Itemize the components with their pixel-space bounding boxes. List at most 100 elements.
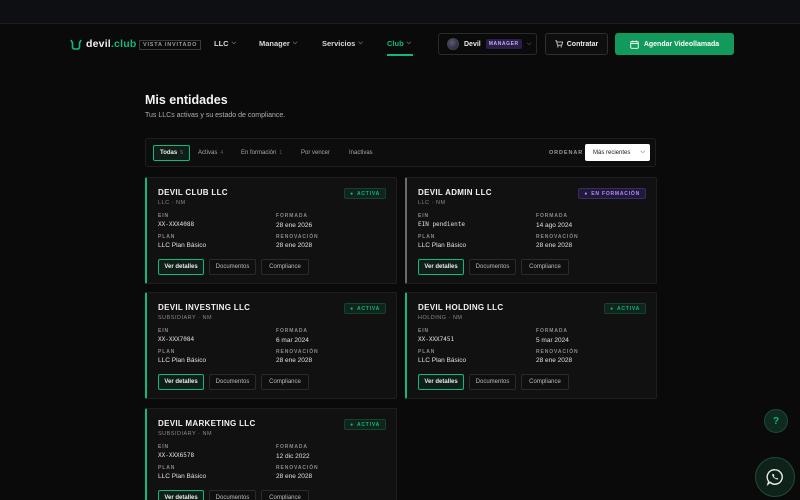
nav-club[interactable]: Club ⌵ [387, 39, 411, 48]
compliance-button[interactable]: Compliance [521, 259, 569, 275]
filter-tab-label: Inactivas [349, 150, 373, 156]
compliance-button[interactable]: Compliance [521, 374, 569, 390]
ver-detalles-button[interactable]: Ver detalles [158, 259, 204, 275]
entity-type: LLC · NM [418, 200, 446, 206]
avatar [447, 38, 459, 50]
documentos-button[interactable]: Documentos [469, 259, 516, 275]
entity-card[interactable]: DEVIL HOLDING LLC HOLDING · NM ● ACTIVA EIN X… [405, 292, 657, 399]
page-subtitle: Tus LLCs activas y su estado de complian… [145, 112, 286, 119]
contratar-button[interactable]: Contratar [545, 33, 608, 55]
nav-manager[interactable]: Manager ⌵ [259, 39, 297, 48]
page-title: Mis entidades [145, 93, 228, 107]
ein-value: XX-XXX7451 [418, 336, 455, 343]
filter-tab-label: Por vencer [301, 150, 331, 156]
status-label: ACTIVA [356, 190, 380, 197]
entity-card[interactable]: DEVIL CLUB LLC LLC · NM ● ACTIVA EIN XX-XXX40… [145, 177, 397, 284]
renovacion-label: RENOVACIÓN [536, 349, 579, 355]
sort-value: Más recientes [593, 149, 631, 156]
ein-value: XX-XXX7084 [158, 336, 195, 343]
nav-manager-label: Manager [259, 39, 290, 48]
formada-label: FORMADA [276, 328, 308, 334]
renovacion-value: 28 ene 2028 [536, 357, 573, 364]
nav-llc[interactable]: LLC ⌵ [214, 39, 236, 48]
help-button[interactable]: ? [764, 409, 788, 433]
status-label: ACTIVA [356, 305, 380, 312]
sort-select[interactable]: Más recientes ⌵ [585, 144, 650, 161]
filter-tab-todas[interactable]: Todas 5 [153, 145, 191, 161]
filter-tab-count: 1 [279, 150, 283, 156]
formada-label: FORMADA [536, 328, 568, 334]
plan-value: LLC Plan Básico [158, 242, 207, 249]
ver-detalles-button[interactable]: Ver detalles [158, 490, 204, 500]
chevron-down-icon: ⌵ [231, 40, 237, 46]
brand-name: devil [86, 38, 111, 50]
status-dot-icon: ● [350, 421, 354, 428]
renovacion-value: 28 ene 2028 [536, 242, 573, 249]
nav-llc-label: LLC [214, 39, 229, 48]
filter-tab-por-vencer[interactable]: Por vencer [301, 150, 330, 156]
status-label: ACTIVA [356, 421, 380, 428]
agendar-videollamada-button[interactable]: Agendar Videollamada [615, 33, 734, 55]
filter-tab-count: 4 [220, 150, 224, 156]
ein-value: XX-XXX4088 [158, 221, 195, 228]
nav-servicios[interactable]: Servicios ⌵ [322, 39, 363, 48]
renovacion-value: 28 ene 2028 [276, 242, 313, 249]
renovacion-label: RENOVACIÓN [276, 465, 319, 471]
ver-detalles-button[interactable]: Ver detalles [418, 259, 464, 275]
entity-name: DEVIL HOLDING LLC [418, 303, 504, 312]
brand-logo[interactable]: devil.club [70, 38, 136, 50]
entity-name: DEVIL MARKETING LLC [158, 419, 256, 428]
status-dot-icon: ● [350, 305, 354, 312]
compliance-button[interactable]: Compliance [261, 259, 309, 275]
entity-name: DEVIL INVESTING LLC [158, 303, 251, 312]
documentos-button[interactable]: Documentos [209, 259, 256, 275]
filter-tab-label: Todas [160, 150, 178, 156]
entity-card[interactable]: DEVIL INVESTING LLC SUBSIDIARY · NM ● ACTIV… [145, 292, 397, 399]
user-menu[interactable]: Devil MANAGER ⌵ [438, 33, 537, 55]
user-name: Devil [464, 40, 481, 48]
chevron-down-icon: ⌵ [358, 40, 363, 46]
formada-label: FORMADA [276, 444, 308, 450]
documentos-button[interactable]: Documentos [209, 490, 256, 500]
filter-tab-count: 5 [180, 150, 184, 156]
top-strip [0, 0, 800, 24]
status-dot-icon: ● [610, 305, 614, 312]
documentos-button[interactable]: Documentos [209, 374, 256, 390]
plan-value: LLC Plan Básico [418, 242, 467, 249]
ver-detalles-button[interactable]: Ver detalles [418, 374, 464, 390]
entity-type: SUBSIDIARY · NM [158, 315, 213, 321]
entity-type: LLC · NM [158, 200, 186, 206]
formada-value: 5 mar 2024 [536, 337, 569, 344]
compliance-button[interactable]: Compliance [261, 374, 309, 390]
nav-club-label: Club [387, 39, 404, 48]
filter-tab-label: En formación [241, 150, 277, 156]
plan-label: PLAN [418, 349, 436, 355]
plan-label: PLAN [158, 234, 176, 240]
plan-label: PLAN [158, 465, 176, 471]
ein-label: EIN [158, 444, 170, 450]
chevron-down-icon: ⌵ [292, 40, 298, 46]
plan-label: PLAN [158, 349, 176, 355]
ver-detalles-button[interactable]: Ver detalles [158, 374, 204, 390]
chevron-down-icon: ⌵ [526, 40, 532, 47]
plan-value: LLC Plan Básico [418, 357, 467, 364]
filter-tab-activas[interactable]: Activas 4 [198, 150, 223, 156]
status-badge: ● ACTIVA [604, 303, 646, 314]
role-badge: MANAGER [485, 39, 522, 49]
status-dot-icon: ● [584, 190, 589, 197]
filter-tab-inactivas[interactable]: Inactivas [349, 150, 373, 156]
filter-tab-label: Activas [198, 150, 218, 156]
entity-card[interactable]: DEVIL MARKETING LLC SUBSIDIARY · NM ● ACTIV… [145, 408, 397, 500]
formada-value: 6 mar 2024 [276, 337, 309, 344]
entity-type: SUBSIDIARY · NM [158, 431, 213, 437]
formada-value: 12 dic 2022 [276, 453, 310, 460]
filter-tab-en-formacion[interactable]: En formación 1 [241, 150, 282, 156]
whatsapp-icon [766, 469, 783, 486]
renovacion-value: 28 ene 2028 [276, 473, 313, 480]
ein-label: EIN [418, 328, 430, 334]
whatsapp-button[interactable] [755, 457, 795, 497]
entity-card[interactable]: DEVIL ADMIN LLC LLC · NM ● EN FORMACIÓN EIN E… [405, 177, 657, 284]
compliance-button[interactable]: Compliance [261, 490, 309, 500]
documentos-button[interactable]: Documentos [469, 374, 516, 390]
status-badge: ● ACTIVA [344, 303, 386, 314]
